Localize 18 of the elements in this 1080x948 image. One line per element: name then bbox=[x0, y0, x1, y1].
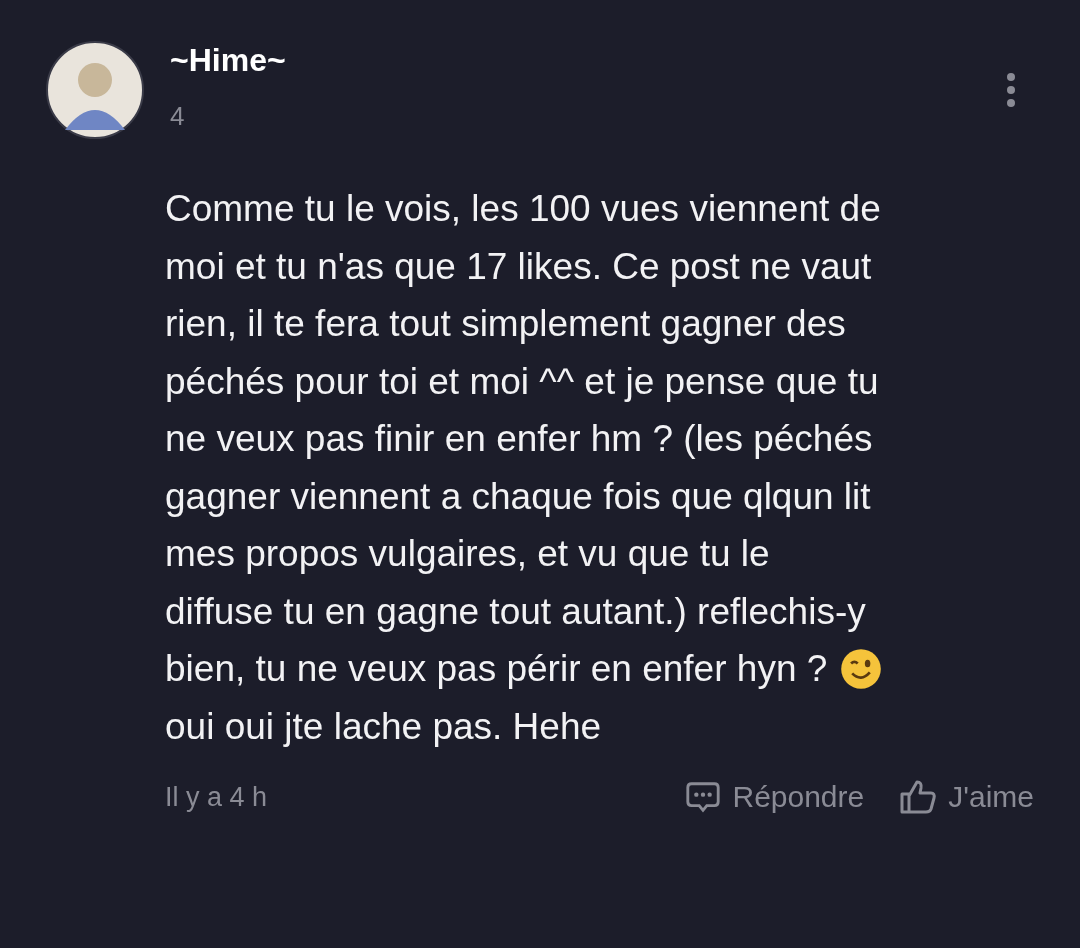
comment-text: diffuse tu en gagne tout autant.) reflechis-y bbox=[165, 589, 866, 634]
comment-text: ne veux pas finir en enfer hm ? (les péchés bbox=[165, 417, 873, 461]
comment-text: Comme tu le vois, les 100 vues viennent de bbox=[165, 187, 881, 231]
comment-text: moi et tu n'as que 17 likes. Ce post ne vaut bbox=[165, 244, 872, 289]
reply-button[interactable]: Répondre bbox=[684, 777, 865, 817]
comment-count: 4 bbox=[170, 101, 186, 132]
comment-text: gagner viennent a chaque fois que qlqun lit bbox=[165, 474, 871, 519]
author-name[interactable]: ~Hime~ bbox=[170, 42, 1006, 79]
winking-face-icon bbox=[839, 646, 884, 691]
comment-text: oui oui jte lache pas. Hehe bbox=[165, 704, 602, 749]
avatar[interactable] bbox=[45, 40, 145, 140]
comment-text: bien, tu ne veux pas périr en enfer hyn ? bbox=[165, 647, 828, 691]
timestamp: Il y a 4 h bbox=[165, 781, 269, 813]
comment-text: péchés pour toi et moi ^^ et je pense que tu bbox=[165, 359, 879, 404]
like-button[interactable]: J'aime bbox=[898, 777, 1034, 817]
comment-text: rien, il te fera tout simplement gagner des bbox=[165, 302, 846, 346]
more-menu-icon[interactable] bbox=[1006, 72, 1016, 108]
comment-text: mes propos vulgaires, et vu que tu le bbox=[165, 532, 770, 576]
